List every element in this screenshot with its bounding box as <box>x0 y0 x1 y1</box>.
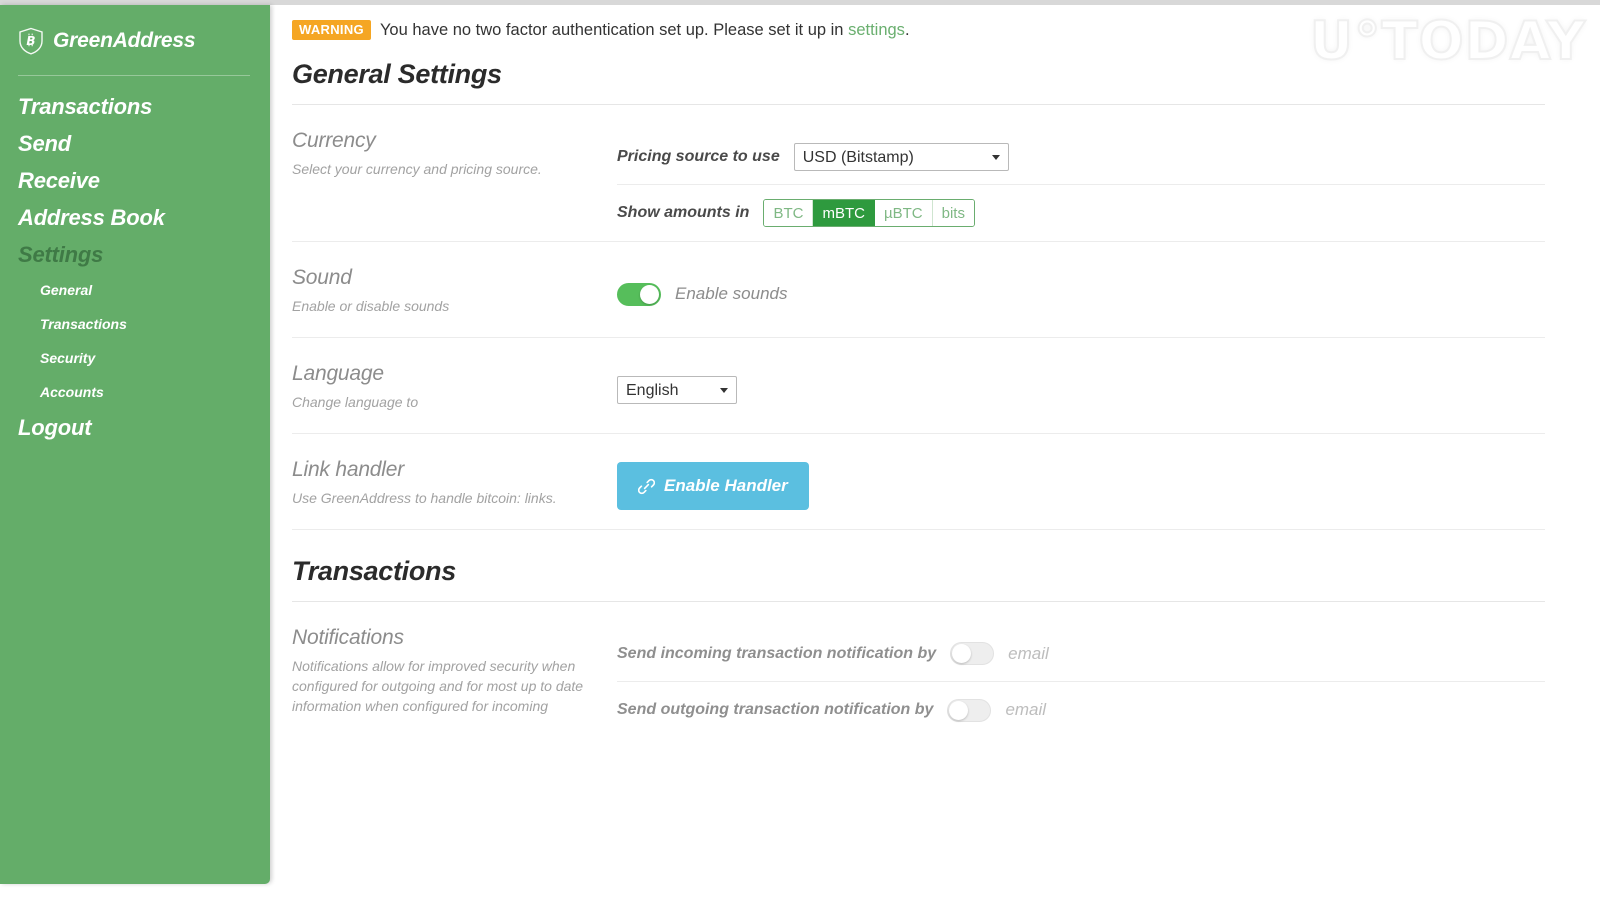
unit-segmented-control: BTC mBTC µBTC bits <box>763 199 975 227</box>
language-value: English <box>626 382 679 399</box>
link-handler-label-group: Link handler Use GreenAddress to handle … <box>292 458 617 529</box>
notifications-title: Notifications <box>292 626 404 649</box>
warning-message-suffix: . <box>904 20 910 39</box>
svg-text:B: B <box>26 34 35 48</box>
chevron-down-icon <box>991 154 1000 160</box>
toggle-knob <box>640 284 659 304</box>
toggle-knob <box>952 644 972 663</box>
main-content: U°TODAY WARNING You have no two factor a… <box>270 5 1600 900</box>
bitcoin-shield-icon: B <box>18 27 44 55</box>
sidebar-subitem-transactions[interactable]: Transactions <box>0 307 270 341</box>
unit-option-ubtc[interactable]: µBTC <box>874 200 933 226</box>
setting-row-notifications: Notifications Notifications allow for im… <box>292 602 1545 738</box>
pricing-source-select[interactable]: USD (Bitstamp) <box>793 142 1009 171</box>
language-label-group: Language Change language to <box>292 362 617 433</box>
outgoing-notification-label: Send outgoing transaction notification b… <box>617 701 934 718</box>
link-handler-controls: Enable Handler <box>617 458 1545 529</box>
sound-controls: Enable sounds <box>617 266 1545 337</box>
sidebar-subitem-general[interactable]: General <box>0 273 270 307</box>
setting-row-sound: Sound Enable or disable sounds Enable so… <box>292 242 1545 338</box>
pricing-source-label: Pricing source to use <box>617 147 780 165</box>
pricing-source-value: USD (Bitstamp) <box>802 148 914 166</box>
enable-handler-label: Enable Handler <box>664 476 788 495</box>
warning-message: You have no two factor authentication se… <box>380 21 910 40</box>
language-controls: English <box>617 362 1545 433</box>
language-title: Language <box>292 362 384 385</box>
sidebar-item-send[interactable]: Send <box>0 125 270 162</box>
show-amounts-label: Show amounts in <box>617 204 750 221</box>
enable-sounds-row: Enable sounds <box>617 266 1545 322</box>
sound-description: Enable or disable sounds <box>292 298 450 314</box>
notifications-label-group: Notifications Notifications allow for im… <box>292 626 617 738</box>
enable-handler-button[interactable]: Enable Handler <box>617 462 809 510</box>
notifications-description: Notifications allow for improved securit… <box>292 658 584 714</box>
sidebar: B GreenAddress Transactions Send Receive… <box>0 5 270 884</box>
language-select-row: English <box>617 362 1545 418</box>
language-select[interactable]: English <box>617 376 737 404</box>
app-window: B GreenAddress Transactions Send Receive… <box>0 0 1600 900</box>
sidebar-item-transactions[interactable]: Transactions <box>0 88 270 125</box>
transactions-section-title: Transactions <box>292 556 456 586</box>
two-factor-warning-banner: WARNING You have no two factor authentic… <box>292 17 1545 43</box>
chevron-down-icon <box>720 388 728 393</box>
currency-title: Currency <box>292 129 376 152</box>
link-handler-title: Link handler <box>292 458 405 481</box>
sidebar-subitem-accounts[interactable]: Accounts <box>0 375 270 409</box>
outgoing-notification-toggle[interactable] <box>947 698 992 722</box>
currency-description: Select your currency and pricing source. <box>292 161 542 177</box>
settings-link[interactable]: settings <box>848 21 905 39</box>
enable-handler-row: Enable Handler <box>617 458 1545 514</box>
sidebar-item-address-book[interactable]: Address Book <box>0 199 270 236</box>
brand-logo[interactable]: B GreenAddress <box>0 19 270 63</box>
sidebar-subitem-security[interactable]: Security <box>0 341 270 375</box>
unit-option-bits[interactable]: bits <box>932 200 974 226</box>
sidebar-item-receive[interactable]: Receive <box>0 162 270 199</box>
setting-row-language: Language Change language to English <box>292 338 1545 434</box>
toggle-knob <box>949 700 969 720</box>
enable-sounds-label: Enable sounds <box>675 284 788 303</box>
warning-message-text: You have no two factor authentication se… <box>379 20 849 39</box>
setting-row-link-handler: Link handler Use GreenAddress to handle … <box>292 434 1545 530</box>
sound-label-group: Sound Enable or disable sounds <box>292 266 617 337</box>
notifications-controls: Send incoming transaction notification b… <box>617 626 1545 738</box>
outgoing-notification-channel: email <box>1005 700 1047 719</box>
chain-link-icon <box>637 478 656 495</box>
incoming-notification-label: Send incoming transaction notification b… <box>617 644 937 662</box>
page-title: General Settings <box>292 59 502 89</box>
unit-option-mbtc[interactable]: mBTC <box>813 200 875 226</box>
sidebar-item-settings[interactable]: Settings <box>0 236 270 273</box>
setting-row-currency: Currency Select your currency and pricin… <box>292 105 1545 242</box>
language-description: Change language to <box>292 394 419 410</box>
sidebar-item-logout[interactable]: Logout <box>0 409 270 446</box>
brand-name: GreenAddress <box>53 29 196 52</box>
enable-sounds-toggle[interactable] <box>617 282 661 306</box>
currency-controls: Pricing source to use USD (Bitstamp) Sho… <box>617 129 1545 241</box>
incoming-notification-channel: email <box>1008 643 1049 663</box>
incoming-notification-toggle[interactable] <box>950 642 995 665</box>
unit-option-btc[interactable]: BTC <box>764 200 814 226</box>
outgoing-notification-row: Send outgoing transaction notification b… <box>617 682 1545 738</box>
link-handler-description: Use GreenAddress to handle bitcoin: link… <box>292 490 557 506</box>
pricing-source-row: Pricing source to use USD (Bitstamp) <box>617 129 1545 185</box>
sound-title: Sound <box>292 266 352 289</box>
currency-label-group: Currency Select your currency and pricin… <box>292 129 617 241</box>
incoming-notification-row: Send incoming transaction notification b… <box>617 626 1545 682</box>
status-badge: WARNING <box>292 20 371 40</box>
sidebar-nav: Transactions Send Receive Address Book S… <box>0 76 270 446</box>
show-amounts-row: Show amounts in BTC mBTC µBTC bits <box>617 185 1545 241</box>
